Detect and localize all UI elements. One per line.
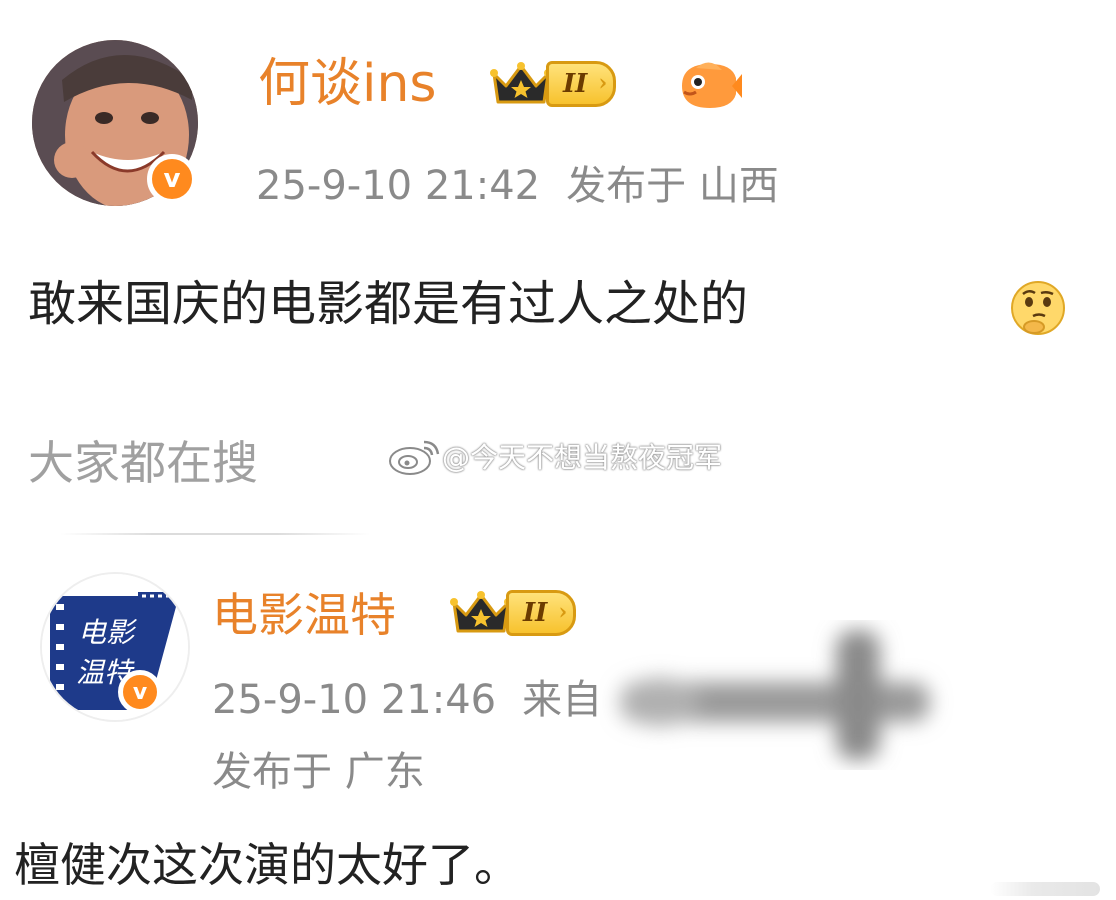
corner-watermark-fade	[990, 882, 1100, 896]
crown-icon	[490, 62, 552, 104]
watermark-text: @今天不想当熬夜冠军	[442, 441, 723, 474]
crown-icon	[450, 591, 512, 633]
level-text: II	[563, 69, 588, 99]
verified-icon: v	[118, 670, 162, 714]
movie-logo-image: 电影 温特	[42, 574, 188, 720]
chevron-right-icon: ›	[558, 599, 568, 625]
post-content: 檀健次这次演的太好了。	[14, 838, 520, 892]
member-level-badge[interactable]: II ›	[490, 60, 617, 108]
section-divider	[60, 533, 370, 535]
post-content: 敢来国庆的电影都是有过人之处的	[28, 276, 749, 332]
member-level-badge[interactable]: II ›	[450, 589, 577, 637]
username[interactable]: 电影温特	[212, 592, 396, 638]
source-label: 来自	[522, 677, 603, 723]
post-meta: 25-9-10 21:46 来自	[212, 680, 602, 720]
timestamp: 25-9-10 21:42	[256, 163, 541, 209]
username[interactable]: 何谈ins	[258, 58, 437, 110]
avatar[interactable]: 电影 温特	[40, 572, 190, 722]
redacted-blur	[600, 620, 960, 774]
post-meta: 25-9-10 21:42 发布于 山西	[256, 166, 779, 206]
verified-icon: v	[147, 154, 197, 204]
timestamp: 25-9-10 21:46	[212, 677, 497, 723]
avatar-logo-text-1: 电影	[78, 616, 138, 649]
chevron-right-icon: ›	[598, 70, 608, 96]
location: 发布于 山西	[566, 163, 779, 209]
location: 发布于 广东	[212, 749, 425, 795]
trending-searches-title: 大家都在搜	[28, 436, 258, 490]
weibo-logo-icon	[389, 440, 440, 475]
watermark: @今天不想当熬夜冠军	[388, 436, 722, 476]
thinking-emoji-icon	[1008, 278, 1068, 342]
level-pill: II ›	[546, 61, 617, 107]
fish-icon	[676, 58, 742, 118]
level-pill: II ›	[506, 590, 577, 636]
level-text: II	[523, 598, 548, 628]
